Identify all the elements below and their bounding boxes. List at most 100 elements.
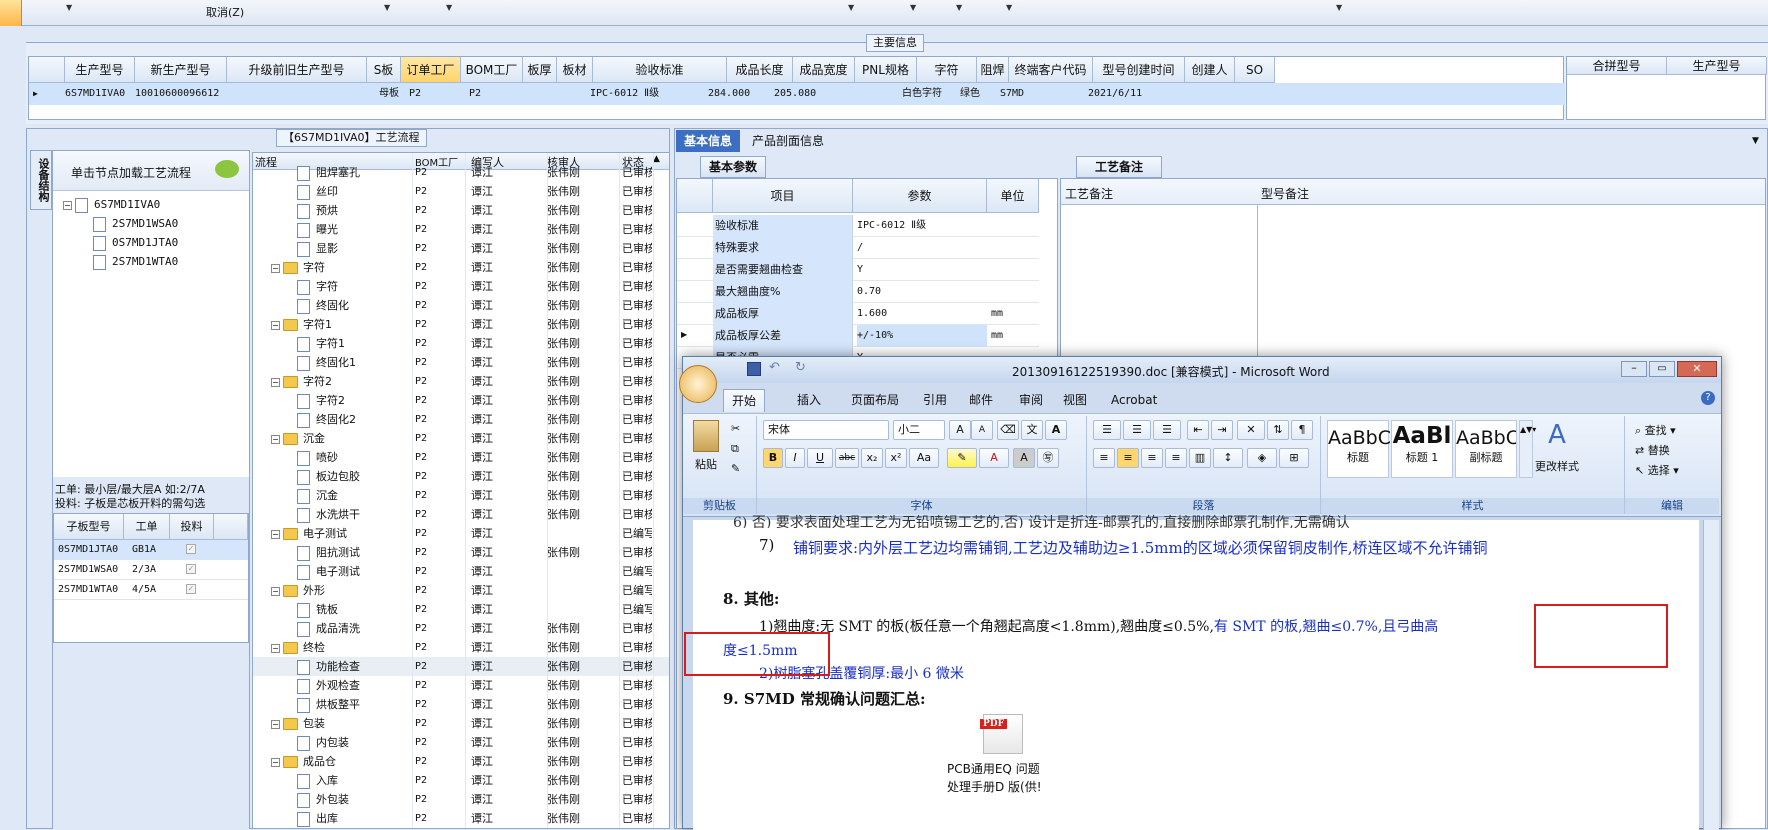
process-row[interactable]: − 成品仓 P2 谭江 张伟刚 已审核 (253, 752, 669, 771)
process-row[interactable]: 字符 P2 谭江 张伟刚 已审核 (253, 277, 669, 296)
column-header[interactable]: 验收标准 (593, 57, 727, 83)
tree-node[interactable]: 0S7MD1JTA0 (93, 233, 178, 252)
font-name-select[interactable]: 宋体 (763, 420, 889, 440)
styles-scroll[interactable]: ▲▼▾ (1519, 420, 1536, 478)
header-prod-model[interactable]: 生产型号 (1667, 57, 1767, 75)
close-button[interactable]: ✕ (1677, 361, 1717, 377)
subscript-button[interactable]: x₂ (861, 448, 883, 468)
font-color-button[interactable]: A (979, 448, 1009, 468)
undo-icon[interactable]: ↶ (769, 360, 780, 375)
collapse-icon[interactable]: − (271, 586, 280, 596)
ribbon-tab[interactable]: 审阅 (1011, 389, 1051, 411)
process-row[interactable]: 丝印 P2 谭江 张伟刚 已审核 (253, 182, 669, 201)
enclose-char-button[interactable]: ㊢ (1037, 448, 1059, 468)
style-subtitle[interactable]: AaBbC 副标题 (1455, 420, 1517, 478)
process-row[interactable]: 显影 P2 谭江 张伟刚 已审核 (253, 239, 669, 258)
paste-button[interactable]: 粘贴 (695, 456, 717, 472)
align-center-button[interactable]: ≡ (1117, 448, 1139, 468)
collapse-icon[interactable]: − (271, 719, 280, 729)
param-value[interactable]: / (857, 237, 863, 259)
process-row[interactable]: − 沉金 P2 谭江 张伟刚 已审核 (253, 429, 669, 448)
ribbon-tab[interactable]: 邮件 (961, 389, 1001, 411)
chat-bubble-icon[interactable] (215, 160, 239, 178)
column-header[interactable]: 终端客户代码 (1009, 57, 1093, 83)
process-row[interactable]: 外观检查 P2 谭江 张伟刚 已审核 (253, 676, 669, 695)
dropdown-arrow-icon[interactable]: ▼ (848, 3, 854, 12)
column-header[interactable]: 订单工厂 (401, 57, 461, 83)
asian-layout-button[interactable]: ✕ (1237, 420, 1265, 440)
table-row[interactable]: 成品板厚 1.600 mm (677, 303, 1039, 325)
replace-button[interactable]: ⇄ 替换 (1635, 442, 1670, 458)
tab-process-remark[interactable]: 工艺备注 (1076, 156, 1163, 178)
param-value[interactable]: +/-10% (857, 325, 987, 347)
style-title[interactable]: AaBbC 标题 (1327, 420, 1391, 478)
vertical-scrollbar[interactable] (1703, 520, 1719, 830)
bold-button[interactable]: B (763, 448, 783, 468)
find-button[interactable]: ⌕ 查找 ▾ (1635, 422, 1676, 438)
column-header[interactable]: 新生产型号 (135, 57, 227, 83)
header-unit[interactable]: 单位 (987, 179, 1039, 213)
numbering-button[interactable]: ☰ (1123, 420, 1151, 440)
dropdown-arrow-icon[interactable]: ▼ (956, 3, 962, 12)
process-row[interactable]: 沉金 P2 谭江 张伟刚 已审核 (253, 486, 669, 505)
table-row[interactable]: 特殊要求 / (677, 237, 1039, 259)
feed-checkbox[interactable]: ✓ (186, 544, 196, 554)
table-row[interactable]: ▶ 6S7MD1IVA0 10010600096612 母板 P2 P2 IPC… (29, 83, 1565, 105)
change-styles-icon[interactable]: A (1543, 420, 1571, 450)
header-param[interactable]: 参数 (853, 179, 987, 213)
column-header[interactable]: SO (1235, 57, 1275, 83)
table-row[interactable]: 0S7MD1JTA0 GB1A ✓ (54, 540, 248, 560)
process-row[interactable]: 终固化 P2 谭江 张伟刚 已审核 (253, 296, 669, 315)
process-row[interactable]: − 终检 P2 谭江 张伟刚 已审核 (253, 638, 669, 657)
process-row[interactable]: 曝光 P2 谭江 张伟刚 已审核 (253, 220, 669, 239)
align-right-button[interactable]: ≡ (1141, 448, 1163, 468)
highlight-button[interactable]: ✎ (947, 448, 977, 468)
process-row[interactable]: 出库 P2 谭江 张伟刚 已审核 (253, 809, 669, 828)
collapse-icon[interactable]: − (271, 434, 280, 444)
column-header[interactable]: 板材 (557, 57, 593, 83)
process-row[interactable]: − 字符 P2 谭江 张伟刚 已审核 (253, 258, 669, 277)
help-icon[interactable]: ? (1701, 391, 1715, 405)
table-row[interactable]: 2S7MD1WSA0 2/3A ✓ (54, 560, 248, 580)
redo-icon[interactable]: ↻ (795, 360, 806, 375)
underline-button[interactable]: U (807, 448, 833, 468)
dropdown-arrow-icon[interactable]: ▼ (1336, 3, 1342, 12)
dropdown-arrow-icon[interactable]: ▼ (384, 3, 390, 12)
minimize-button[interactable]: – (1621, 361, 1647, 377)
header-merge-model[interactable]: 合拼型号 (1567, 57, 1667, 75)
justify-button[interactable]: ≡ (1165, 448, 1187, 468)
param-value[interactable]: Y (857, 259, 863, 281)
param-value[interactable]: 0.70 (857, 281, 881, 303)
column-header[interactable]: 板厚 (523, 57, 557, 83)
process-row[interactable]: − 电子测试 P2 谭江 已编写 (253, 524, 669, 543)
restore-button[interactable]: ▭ (1649, 361, 1675, 377)
column-header[interactable]: 型号创建时间 (1093, 57, 1185, 83)
format-painter-icon[interactable]: ✎ (731, 462, 740, 475)
font-size-select[interactable]: 小二 (893, 420, 945, 440)
process-row[interactable]: 成品清洗 P2 谭江 张伟刚 已审核 (253, 619, 669, 638)
tree-node-root[interactable]: −6S7MD1IVA0 (63, 195, 160, 214)
dropdown-arrow-icon[interactable]: ▼ (446, 3, 452, 12)
increase-indent-button[interactable]: ⇥ (1211, 420, 1233, 440)
shading-button[interactable]: ◈ (1247, 448, 1277, 468)
table-row[interactable]: 验收标准 IPC-6012 Ⅱ级 (677, 215, 1039, 237)
process-row[interactable]: − 外形 P2 谭江 已编写 (253, 581, 669, 600)
collapse-icon[interactable]: − (271, 263, 280, 273)
process-row[interactable]: 外包装 P2 谭江 张伟刚 已审核 (253, 790, 669, 809)
align-left-button[interactable]: ≡ (1093, 448, 1115, 468)
subtab-basic-params[interactable]: 基本参数 (700, 156, 767, 178)
clear-format-icon[interactable]: ⌫ (997, 420, 1019, 440)
table-row[interactable]: ▶ 成品板厚公差 +/-10% mm (677, 325, 1039, 347)
tree-node[interactable]: 2S7MD1WSA0 (93, 214, 178, 233)
header-feed[interactable]: 投料 (170, 514, 214, 540)
bullets-button[interactable]: ☰ (1093, 420, 1121, 440)
sort-button[interactable]: ⇅ (1267, 420, 1289, 440)
decrease-indent-button[interactable]: ⇤ (1187, 420, 1209, 440)
app-menu-button[interactable] (0, 0, 22, 26)
process-row[interactable]: 字符1 P2 谭江 张伟刚 已审核 (253, 334, 669, 353)
table-row[interactable]: 是否需要翘曲检查 Y (677, 259, 1039, 281)
dropdown-arrow-icon[interactable]: ▼ (910, 3, 916, 12)
column-header[interactable]: 成品宽度 (793, 57, 855, 83)
char-shading-button[interactable]: A (1013, 448, 1035, 468)
cancel-button[interactable]: 取消(Z) (206, 4, 244, 20)
